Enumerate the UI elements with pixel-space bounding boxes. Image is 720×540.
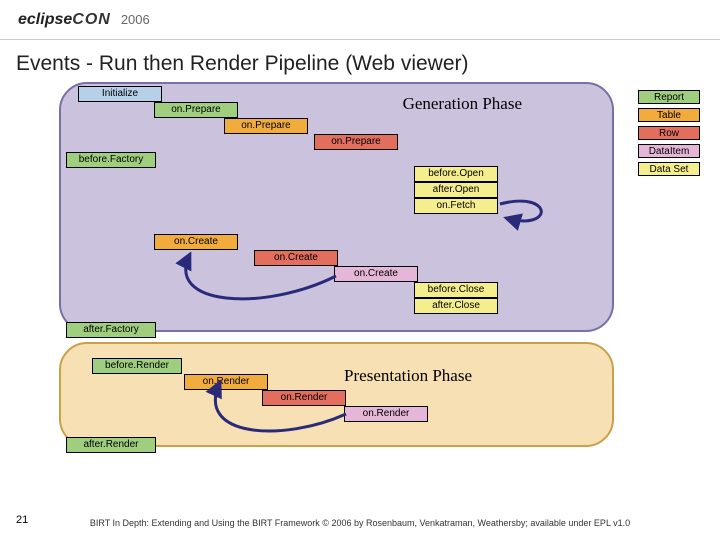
legend-row: Row [638,126,700,140]
node-oncreate3: on.Create [334,266,418,282]
node-beforerender: before.Render [92,358,182,374]
node-afterrender: after.Render [66,437,156,453]
generation-phase: Generation Phase [59,82,614,332]
node-onrender2: on.Render [262,390,346,406]
brand-left: eclipse [18,11,72,28]
legend-report: Report [638,90,700,104]
node-afterclose: after.Close [414,298,498,314]
node-onprepare2: on.Prepare [224,118,308,134]
node-oncreate1: on.Create [154,234,238,250]
node-onfetch: on.Fetch [414,198,498,214]
presentation-title: Presentation Phase [344,366,472,386]
node-beforefactory: before.Factory [66,152,156,168]
legend-table: Table [638,108,700,122]
brand-year: 2006 [121,12,150,27]
node-afterfactory: after.Factory [66,322,156,338]
node-initialize: Initialize [78,86,162,102]
legend-dataitem: DataItem [638,144,700,158]
legend: Report Table Row DataItem Data Set [638,90,700,180]
header: eclipseCON 2006 [0,0,720,40]
node-onprepare3: on.Prepare [314,134,398,150]
legend-dataset: Data Set [638,162,700,176]
page-title: Events - Run then Render Pipeline (Web v… [0,40,720,82]
generation-title: Generation Phase [403,94,522,114]
brand-right: CON [72,11,111,28]
node-beforeopen: before.Open [414,166,498,182]
pipeline-diagram: Generation Phase Presentation Phase Repo… [14,82,704,482]
node-onprepare1: on.Prepare [154,102,238,118]
node-onrender1: on.Render [184,374,268,390]
node-oncreate2: on.Create [254,250,338,266]
node-onrender3: on.Render [344,406,428,422]
footer-text: BIRT In Depth: Extending and Using the B… [0,518,720,528]
brand-logo: eclipseCON [18,11,111,29]
node-afteropen: after.Open [414,182,498,198]
node-beforeclose: before.Close [414,282,498,298]
